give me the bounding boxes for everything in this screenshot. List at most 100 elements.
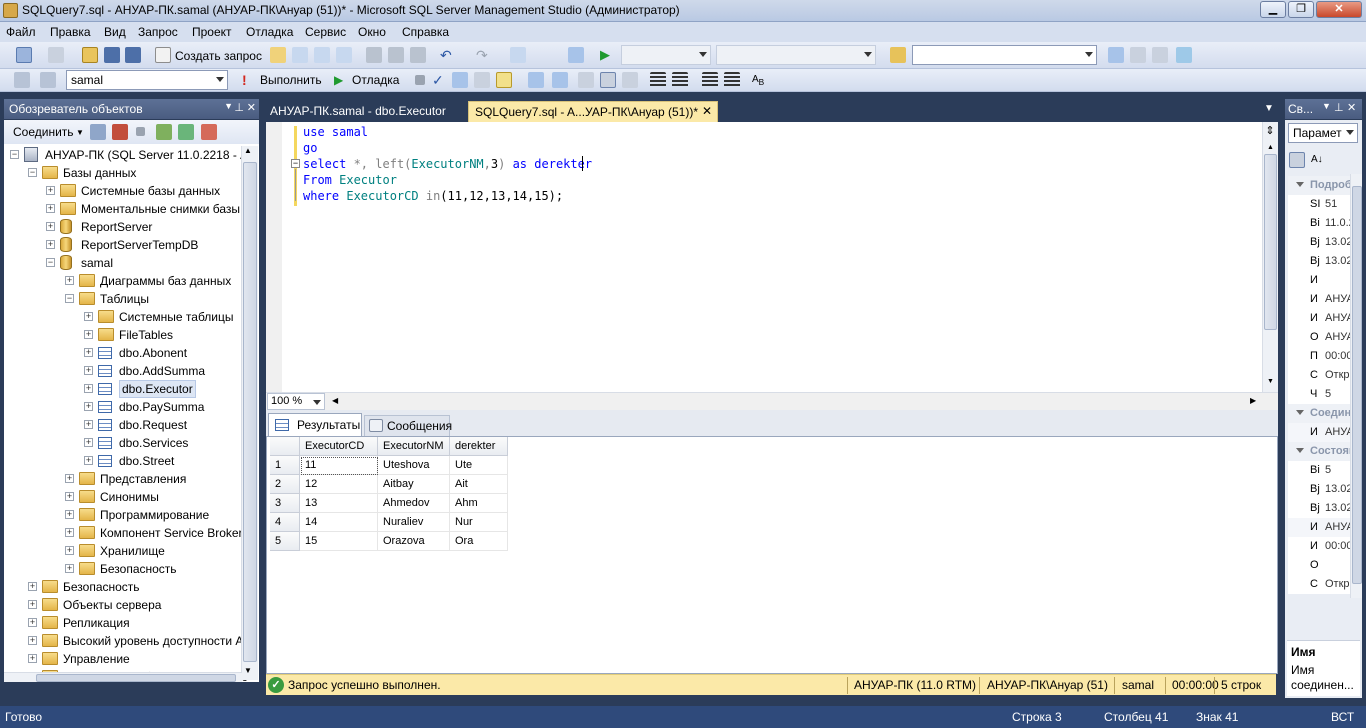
ssms-app-icon[interactable] xyxy=(3,3,18,18)
collapse-icon[interactable]: − xyxy=(28,168,37,177)
grid-cell[interactable]: Uteshova xyxy=(378,456,450,475)
menu-8[interactable]: Справка xyxy=(402,25,449,39)
grid-cell[interactable]: Nur xyxy=(450,513,508,532)
menu-3[interactable]: Запрос xyxy=(138,25,178,39)
tree-node[interactable]: + Компонент Service Broker xyxy=(4,524,244,542)
grid-cell[interactable]: Orazova xyxy=(378,532,450,551)
tree-node[interactable]: + dbo.Street xyxy=(4,452,244,470)
expand-icon[interactable]: + xyxy=(84,402,93,411)
expand-icon[interactable]: + xyxy=(28,654,37,663)
expand-icon[interactable]: + xyxy=(46,222,55,231)
available-databases-combo[interactable]: samal xyxy=(66,70,228,90)
client-stats-icon[interactable] xyxy=(552,72,568,88)
navigate-backward-icon[interactable] xyxy=(510,47,526,63)
include-plan-icon[interactable] xyxy=(528,72,544,88)
execute-button[interactable]: Выполнить xyxy=(260,73,322,87)
grid-cell[interactable]: 14 xyxy=(300,513,378,532)
add-item-icon[interactable] xyxy=(48,47,64,63)
increase-indent-icon[interactable] xyxy=(724,72,740,88)
grid-cell[interactable]: Ait xyxy=(450,475,508,494)
collapse-category-icon[interactable] xyxy=(1296,448,1304,453)
collapse-icon[interactable]: − xyxy=(10,150,19,159)
tree-node[interactable]: + dbo.Executor xyxy=(4,380,244,398)
menu-5[interactable]: Отладка xyxy=(246,25,293,39)
activity-monitor-icon[interactable] xyxy=(568,47,584,63)
new-query-icon[interactable] xyxy=(155,47,171,63)
uncomment-icon[interactable] xyxy=(672,72,688,88)
copy-icon[interactable] xyxy=(388,47,404,63)
connect-dropdown-icon[interactable]: ▼ xyxy=(76,128,84,137)
tab-messages[interactable]: Сообщения xyxy=(364,415,452,436)
new-query-button[interactable]: Создать запрос xyxy=(175,49,262,63)
collapse-icon[interactable]: − xyxy=(46,258,55,267)
tree-hscroll-thumb[interactable] xyxy=(36,674,236,682)
tools-icon[interactable] xyxy=(1152,47,1168,63)
menu-0[interactable]: Файл xyxy=(6,25,36,39)
split-editor-icon[interactable]: ⇕ xyxy=(1263,124,1277,138)
categorized-icon[interactable] xyxy=(1289,152,1305,168)
grid-cell[interactable]: Ahmedov xyxy=(378,494,450,513)
expand-icon[interactable]: + xyxy=(28,600,37,609)
collapse-category-icon[interactable] xyxy=(1296,182,1304,187)
expand-icon[interactable]: + xyxy=(84,348,93,357)
tree-node[interactable]: + dbo.AddSumma xyxy=(4,362,244,380)
tree-node[interactable]: + Репликация xyxy=(4,614,244,632)
properties-close-icon[interactable]: ✕ xyxy=(1347,101,1356,114)
tree-node[interactable]: + dbo.PaySumma xyxy=(4,398,244,416)
display-plan-icon[interactable] xyxy=(452,72,468,88)
editor-vertical-scrollbar[interactable]: ⇕ ▲ ▼ xyxy=(1262,122,1278,392)
filter-icon[interactable] xyxy=(156,124,172,140)
row-number[interactable]: 5 xyxy=(270,532,300,551)
column-header[interactable]: derekter xyxy=(450,437,508,456)
debug-icon[interactable]: ▶ xyxy=(334,72,350,88)
expand-icon[interactable]: + xyxy=(65,510,74,519)
editor-scroll-up-icon[interactable]: ▲ xyxy=(1267,144,1274,151)
expand-icon[interactable]: + xyxy=(84,312,93,321)
specify-values-icon[interactable]: AB xyxy=(752,72,768,88)
tree-node[interactable]: + ReportServerTempDB xyxy=(4,236,244,254)
expand-icon[interactable]: + xyxy=(46,240,55,249)
tree-horizontal-scrollbar[interactable] xyxy=(4,672,242,682)
tab-results[interactable]: Результаты xyxy=(268,413,362,436)
properties-object-combo[interactable]: Парамет xyxy=(1288,123,1358,143)
expand-icon[interactable]: + xyxy=(28,582,37,591)
grid-cell[interactable]: 12 xyxy=(300,475,378,494)
tree-node[interactable]: − samal xyxy=(4,254,244,272)
connect-object-explorer-icon[interactable] xyxy=(90,124,106,140)
mdx-query-icon[interactable] xyxy=(292,47,308,63)
row-number[interactable]: 2 xyxy=(270,475,300,494)
cut-icon[interactable] xyxy=(366,47,382,63)
grid-cell[interactable]: Ute xyxy=(450,456,508,475)
connect-button[interactable]: Соединить xyxy=(13,125,74,139)
decrease-indent-icon[interactable] xyxy=(702,72,718,88)
remove-filter-icon[interactable] xyxy=(201,124,217,140)
menu-2[interactable]: Вид xyxy=(104,25,126,39)
collapse-block-icon[interactable]: − xyxy=(291,159,300,168)
refresh-icon[interactable] xyxy=(178,124,194,140)
comment-icon[interactable] xyxy=(650,72,666,88)
expand-icon[interactable]: + xyxy=(65,474,74,483)
expand-icon[interactable]: + xyxy=(65,564,74,573)
expand-icon[interactable]: + xyxy=(84,438,93,447)
tab-sqlquery7[interactable]: SQLQuery7.sql - A...УАР-ПК\Ануар (51))* … xyxy=(468,101,718,122)
expand-icon[interactable]: + xyxy=(46,204,55,213)
execute-icon[interactable]: ! xyxy=(242,72,258,88)
paste-icon[interactable] xyxy=(410,47,426,63)
collapse-icon[interactable]: − xyxy=(65,294,74,303)
dropdown-arrow-icon[interactable]: ▼ xyxy=(224,101,233,111)
solution-platform-combo[interactable] xyxy=(716,45,876,65)
expand-icon[interactable]: + xyxy=(84,330,93,339)
tab-executor-table[interactable]: АНУАР-ПК.samal - dbo.Executor xyxy=(264,101,452,122)
find-in-files-icon[interactable] xyxy=(890,47,906,63)
change-connection-icon[interactable] xyxy=(40,72,56,88)
intellisense-icon[interactable] xyxy=(496,72,512,88)
expand-icon[interactable]: + xyxy=(65,276,74,285)
tab-list-dropdown-icon[interactable]: ▼ xyxy=(1264,103,1274,114)
row-number[interactable]: 4 xyxy=(270,513,300,532)
collapse-category-icon[interactable] xyxy=(1296,410,1304,415)
tree-node[interactable]: + Диаграммы баз данных xyxy=(4,272,244,290)
stop-icon[interactable] xyxy=(136,127,145,136)
tree-node[interactable]: + Безопасность xyxy=(4,560,244,578)
menu-4[interactable]: Проект xyxy=(192,25,232,39)
expand-icon[interactable]: + xyxy=(84,384,93,393)
